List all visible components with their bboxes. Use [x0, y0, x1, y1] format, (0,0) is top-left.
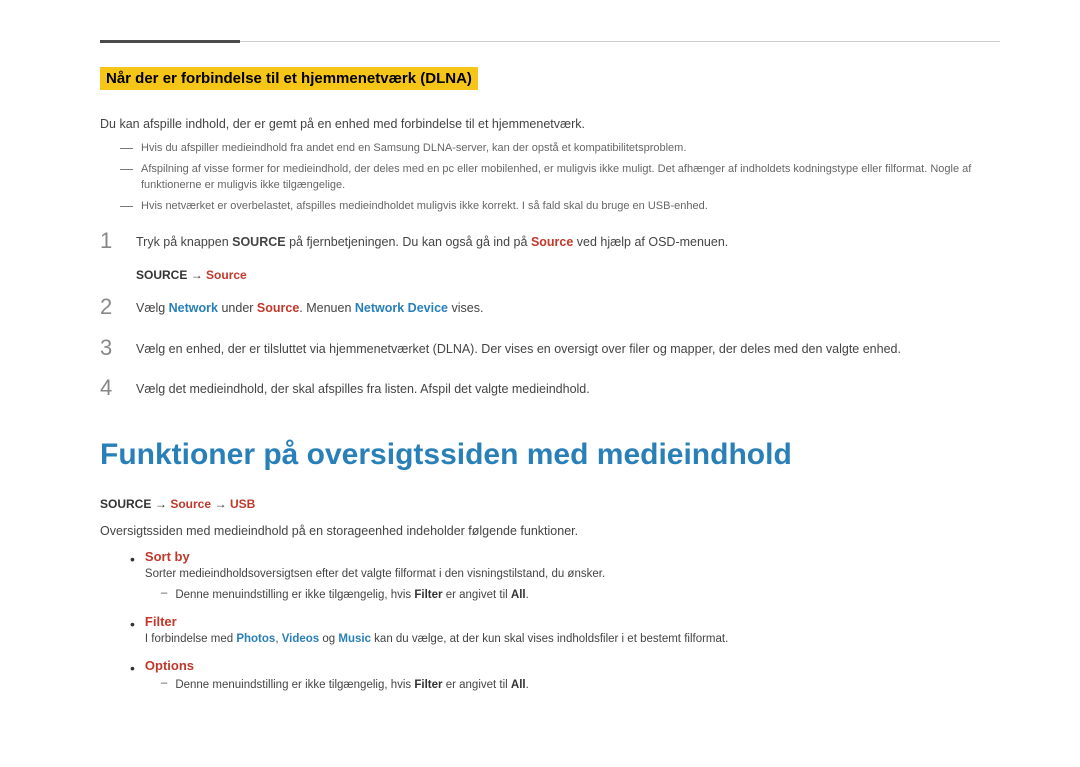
bullet-filter: • Filter I forbindelse med Photos, Video… — [130, 614, 1000, 648]
section1-bullet-2: — Afspilning af visse former for mediein… — [120, 161, 1000, 194]
numbered-steps: 1 Tryk på knappen SOURCE på fjernbetjeni… — [100, 228, 1000, 402]
options-label: Options — [145, 658, 194, 673]
section1-bullet-3: — Hvis netværket er overbelastet, afspil… — [120, 198, 1000, 215]
bullet-options: • Options – Denne menuindstilling er ikk… — [130, 658, 1000, 694]
step-2: 2 Vælg Network under Source. Menuen Netw… — [100, 294, 1000, 320]
border-left — [100, 40, 240, 43]
options-sub: – Denne menuindstilling er ikke tilgænge… — [161, 677, 1000, 694]
step-1: 1 Tryk på knappen SOURCE på fjernbetjeni… — [100, 228, 1000, 254]
filter-desc: I forbindelse med Photos, Videos og Musi… — [145, 631, 1000, 648]
section-medieindhold: Funktioner på oversigtssiden med mediein… — [100, 438, 1000, 695]
step-3: 3 Vælg en enhed, der er tilsluttet via h… — [100, 335, 1000, 361]
section1-bullet-1: — Hvis du afspiller medieindhold fra and… — [120, 140, 1000, 157]
sort-by-desc: Sorter medieindholdsoversigtsen efter de… — [145, 566, 1000, 583]
section2-intro: Oversigtssiden med medieindhold på en st… — [100, 521, 1000, 541]
section2-big-title: Funktioner på oversigtssiden med mediein… — [100, 438, 1000, 472]
section1-intro: Du kan afspille indhold, der er gemt på … — [100, 114, 1000, 134]
sort-by-sub: – Denne menuindstilling er ikke tilgænge… — [161, 587, 1000, 604]
border-right — [240, 41, 1000, 42]
section-dlna: Når der er forbindelse til et hjemmenetv… — [100, 67, 1000, 402]
sort-by-label: Sort by — [145, 549, 190, 564]
source-path-1: SOURCE → Source — [136, 268, 1000, 282]
source-path-2: SOURCE → Source → USB — [100, 496, 1000, 511]
bullet-list: • Sort by Sorter medieindholdsoversigtse… — [130, 549, 1000, 695]
filter-label: Filter — [145, 614, 177, 629]
top-border — [100, 40, 1000, 43]
step-4: 4 Vælg det medieindhold, der skal afspil… — [100, 375, 1000, 401]
bullet-sort-by: • Sort by Sorter medieindholdsoversigtse… — [130, 549, 1000, 605]
section1-title: Når der er forbindelse til et hjemmenetv… — [100, 67, 478, 90]
